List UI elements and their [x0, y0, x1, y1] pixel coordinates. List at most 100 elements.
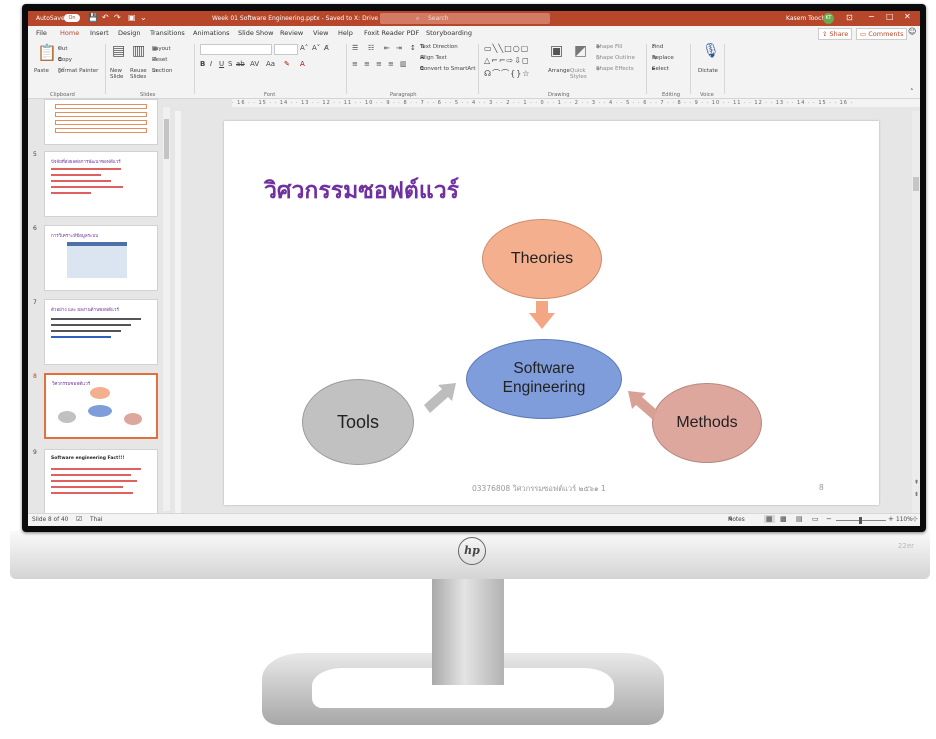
increase-indent-icon[interactable]: ⇥: [396, 44, 402, 52]
tab-storyboarding[interactable]: Storyboarding: [426, 29, 472, 37]
align-right-icon[interactable]: ≡: [376, 60, 382, 68]
smiley-feedback-icon[interactable]: ☺: [908, 27, 916, 36]
slide-scrollbar-thumb[interactable]: [913, 177, 919, 191]
slide-thumbnail[interactable]: ปัจจัยที่ส่งผลต่อการพัฒนาซอฟต์แวร์: [44, 151, 158, 217]
shapes-gallery-row2-icon[interactable]: △⌐⌐⇨⇩◻: [484, 56, 530, 65]
tab-file[interactable]: File: [36, 29, 47, 37]
slide-thumbnail[interactable]: การวิเคราะห์ข้อมูลระบบ: [44, 225, 158, 291]
redo-icon[interactable]: ↷: [114, 13, 121, 22]
tab-transitions[interactable]: Transitions: [150, 29, 185, 37]
dictate-button[interactable]: Dictate: [698, 68, 718, 74]
arrange-icon[interactable]: ▣: [550, 43, 563, 59]
avatar[interactable]: KT: [823, 13, 834, 24]
grow-font-icon[interactable]: A˄: [300, 44, 308, 52]
numbering-icon[interactable]: ☷: [368, 44, 374, 52]
new-slide-icon[interactable]: ▤: [112, 43, 125, 59]
tab-insert[interactable]: Insert: [90, 29, 109, 37]
present-icon[interactable]: ▣: [128, 13, 136, 22]
char-spacing-icon[interactable]: AV: [250, 60, 259, 68]
quick-styles-icon[interactable]: ◩: [574, 43, 587, 59]
shapes-gallery-row3-icon[interactable]: ☊⌒⌒{}☆: [484, 68, 530, 79]
change-case-icon[interactable]: Aa: [266, 60, 275, 68]
slide-thumbnail[interactable]: [44, 99, 158, 145]
save-icon[interactable]: 💾: [88, 13, 98, 22]
arrow-left-shape[interactable]: [628, 391, 658, 419]
spelling-check-icon[interactable]: ☑: [76, 515, 82, 523]
tools-shape[interactable]: Tools: [302, 379, 414, 465]
highlight-color-icon[interactable]: ✎: [284, 60, 290, 68]
thumbnail-scrollbar-thumb[interactable]: [164, 119, 169, 159]
normal-view-icon[interactable]: ▦: [764, 515, 775, 523]
font-size-select[interactable]: [274, 44, 298, 55]
new-slide-button[interactable]: New Slide: [110, 68, 128, 80]
shrink-font-icon[interactable]: A˅: [312, 44, 320, 52]
slide-scrollbar[interactable]: [912, 111, 920, 515]
reuse-slides-icon[interactable]: ▥: [132, 43, 145, 59]
tab-review[interactable]: Review: [280, 29, 303, 37]
ribbon-display-icon[interactable]: ⊡: [846, 13, 853, 22]
minimize-icon[interactable]: −: [868, 12, 875, 21]
tab-animations[interactable]: Animations: [193, 29, 230, 37]
tab-slide-show[interactable]: Slide Show: [238, 29, 273, 37]
shadow-icon[interactable]: S: [228, 60, 232, 68]
zoom-level[interactable]: 110%: [896, 517, 913, 523]
italic-icon[interactable]: I: [210, 60, 212, 68]
slide-canvas[interactable]: วิศวกรรมซอฟต์แวร์ Theories Software Engi…: [224, 121, 879, 505]
font-name-select[interactable]: [200, 44, 272, 55]
slideshow-view-icon[interactable]: ▭: [812, 515, 819, 523]
clear-format-icon[interactable]: A̸: [324, 44, 329, 52]
search-box[interactable]: ⌕ Search: [380, 13, 550, 24]
align-center-icon[interactable]: ≡: [364, 60, 370, 68]
autosave-toggle[interactable]: On: [64, 14, 80, 22]
share-button[interactable]: ⇪ Share: [818, 28, 853, 40]
customize-qat-icon[interactable]: ⌄: [140, 13, 147, 22]
tab-foxit-reader-pdf[interactable]: Foxit Reader PDF: [364, 29, 419, 37]
slide-thumbnail-selected[interactable]: วิศวกรรมซอฟต์แวร์: [44, 373, 158, 439]
tab-help[interactable]: Help: [338, 29, 353, 37]
tab-design[interactable]: Design: [118, 29, 140, 37]
bullets-icon[interactable]: ☰: [352, 44, 358, 52]
arrow-right-shape[interactable]: [424, 383, 458, 413]
justify-icon[interactable]: ≡: [388, 60, 394, 68]
paste-icon[interactable]: 📋: [37, 43, 57, 62]
zoom-out-icon[interactable]: −: [826, 515, 832, 523]
thumbnail-scrollbar[interactable]: [163, 107, 170, 511]
fit-to-window-icon[interactable]: ⊹: [912, 515, 918, 523]
slide-thumbnails-panel[interactable]: 5 ปัจจัยที่ส่งผลต่อการพัฒนาซอฟต์แวร์ 6 ก…: [28, 99, 166, 515]
bold-icon[interactable]: B: [200, 60, 205, 68]
tab-home[interactable]: Home: [60, 29, 79, 37]
slide-sorter-view-icon[interactable]: ▩: [780, 515, 787, 523]
zoom-slider-handle[interactable]: [859, 517, 862, 524]
columns-icon[interactable]: ▥: [400, 60, 407, 68]
previous-slide-icon[interactable]: ⇞: [914, 479, 919, 486]
line-spacing-icon[interactable]: ↕: [410, 44, 416, 52]
close-icon[interactable]: ✕: [904, 12, 911, 21]
collapse-ribbon-icon[interactable]: ˄: [910, 88, 914, 96]
reuse-slides-button[interactable]: Reuse Slides: [130, 68, 150, 80]
slide-thumbnail[interactable]: ตัวอย่าง และ ผลงานด้านซอฟต์แวร์: [44, 299, 158, 365]
zoom-in-icon[interactable]: +: [888, 515, 894, 523]
software-engineering-shape[interactable]: Software Engineering: [466, 339, 622, 419]
tab-view[interactable]: View: [313, 29, 328, 37]
methods-shape[interactable]: Methods: [652, 383, 762, 463]
comments-button[interactable]: ▭ Comments: [856, 28, 908, 40]
font-color-icon[interactable]: A: [300, 60, 305, 68]
quick-styles-button[interactable]: Quick Styles: [570, 68, 592, 80]
slide-thumbnail[interactable]: Software engineering Fact!!!: [44, 449, 158, 515]
align-left-icon[interactable]: ≡: [352, 60, 358, 68]
shapes-gallery-icon[interactable]: ▭╲╲□○▢: [484, 44, 529, 53]
arrow-down-shape[interactable]: [529, 301, 555, 331]
paste-button[interactable]: Paste: [34, 68, 49, 74]
slide-title[interactable]: วิศวกรรมซอฟต์แวร์: [264, 173, 459, 209]
decrease-indent-icon[interactable]: ⇤: [384, 44, 390, 52]
arrange-button[interactable]: Arrange: [548, 68, 570, 74]
undo-icon[interactable]: ↶: [102, 13, 109, 22]
language-indicator[interactable]: Thai: [90, 517, 102, 523]
maximize-icon[interactable]: □: [886, 12, 894, 21]
underline-icon[interactable]: U: [219, 60, 224, 68]
strikethrough-icon[interactable]: ab: [236, 60, 245, 68]
microphone-icon[interactable]: 🎙: [702, 43, 720, 59]
reading-view-icon[interactable]: ▤: [796, 515, 803, 523]
theories-shape[interactable]: Theories: [482, 219, 602, 299]
next-slide-icon[interactable]: ⇟: [914, 491, 919, 498]
